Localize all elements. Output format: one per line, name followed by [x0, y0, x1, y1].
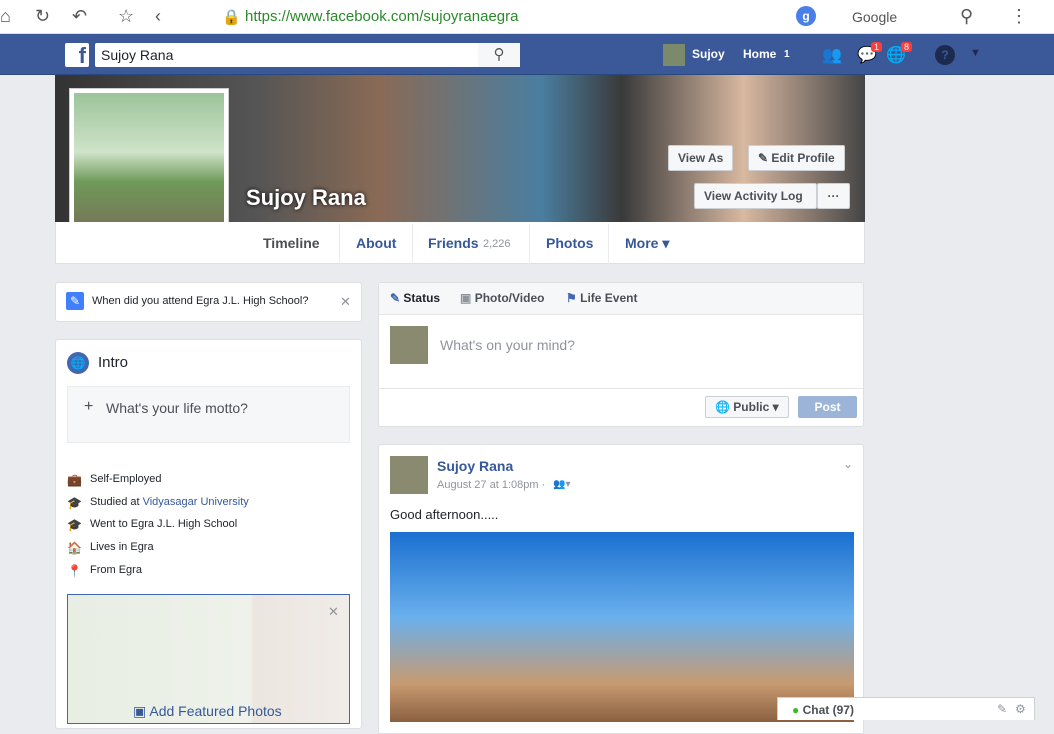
audience-icon[interactable]: 👥▾ [553, 479, 570, 490]
intro-item: Self-Employed [90, 473, 162, 485]
university-link[interactable]: Vidyasagar University [143, 496, 249, 508]
status-label: Status [403, 291, 441, 305]
undo-icon[interactable]: ↶ [72, 6, 87, 27]
address-bar[interactable]: https://www.facebook.com/sujoyranaegra [245, 8, 518, 25]
photo-label: Photo/Video [474, 291, 545, 305]
chevron-down-icon[interactable]: ⌄ [843, 457, 853, 471]
graduation-cap-icon: 🎓 [67, 518, 82, 532]
add-featured-label: Add Featured Photos [149, 703, 282, 719]
post-button[interactable]: Post [798, 396, 857, 418]
divider [529, 224, 530, 264]
google-icon[interactable]: g [796, 6, 816, 26]
privacy-selector[interactable]: 🌐 Public ▾ [705, 396, 789, 418]
intro-item: Lives in Egra [90, 541, 154, 553]
tab-more[interactable]: More ▾ [625, 235, 669, 252]
back-icon[interactable]: ‹ [155, 6, 161, 27]
divider [339, 224, 340, 264]
search-engine-label[interactable]: Google [852, 9, 897, 25]
intro-item: Went to Egra J.L. High School [90, 518, 238, 530]
close-icon[interactable]: ✕ [328, 604, 339, 620]
search-input[interactable]: Sujoy Rana [95, 43, 520, 67]
graduation-cap-icon: 🎓 [67, 496, 82, 510]
new-message-icon[interactable]: ✎ [997, 702, 1007, 716]
divider [412, 224, 413, 264]
activity-log-button[interactable]: View Activity Log [694, 183, 817, 209]
edit-profile-button[interactable]: ✎ Edit Profile [748, 145, 845, 171]
globe-icon: 🌐 [67, 352, 89, 374]
life-label: Life Event [580, 291, 638, 305]
home-count: 1 [784, 49, 790, 60]
friend-requests-icon[interactable]: 👥 [822, 45, 842, 65]
menu-icon[interactable]: ⋮ [1010, 6, 1028, 27]
more-options-button[interactable]: ··· [817, 183, 850, 209]
tab-about[interactable]: About [356, 235, 396, 251]
life-event-tab[interactable]: ⚑ Life Event [566, 291, 637, 305]
home-link[interactable]: Home [743, 47, 776, 61]
intro-title: Intro [98, 354, 129, 371]
view-as-button[interactable]: View As [668, 145, 734, 171]
gear-icon[interactable]: ⚙ [1015, 702, 1026, 716]
friends-count: 2,226 [483, 238, 511, 250]
plus-icon: + [84, 398, 94, 415]
home-icon[interactable]: ⌂ [0, 6, 11, 27]
intro-item-prefix: Studied at [90, 496, 143, 508]
facebook-logo-icon[interactable]: f [65, 43, 89, 68]
pencil-icon: ✎ [66, 292, 84, 310]
life-motto-prompt[interactable]: What's your life motto? [106, 400, 248, 416]
reload-icon[interactable]: ↻ [35, 6, 50, 27]
avatar[interactable] [663, 44, 685, 66]
avatar [390, 326, 428, 364]
edit-profile-label: Edit Profile [771, 151, 835, 165]
briefcase-icon: 💼 [67, 473, 82, 487]
search-button[interactable]: ⚲ [478, 43, 520, 67]
messages-badge: 1 [871, 42, 883, 52]
profile-link[interactable]: Sujoy [692, 47, 725, 61]
intro-item: Studied at Vidyasagar University [90, 496, 249, 508]
tab-friends[interactable]: Friends [428, 235, 479, 251]
post-text: Good afternoon..... [390, 507, 499, 522]
privacy-label: Public ▾ [733, 400, 779, 414]
search-icon[interactable]: ⚲ [960, 6, 973, 27]
avatar[interactable] [390, 456, 428, 494]
add-featured-photos-link[interactable]: ▣ Add Featured Photos [133, 703, 282, 720]
notifications-badge: 8 [901, 42, 913, 52]
chat-label[interactable]: ● Chat (97) [792, 703, 854, 717]
profile-name[interactable]: Sujoy Rana [246, 185, 366, 211]
home-icon: 🏠 [67, 541, 82, 555]
post-photo[interactable] [390, 532, 854, 722]
composer-input[interactable]: What's on your mind? [440, 337, 575, 353]
bookmark-star-icon[interactable]: ☆ [118, 6, 134, 27]
account-menu-icon[interactable]: ▼ [970, 47, 981, 59]
intro-item: From Egra [90, 564, 142, 576]
post-timestamp[interactable]: August 27 at 1:08pm · [437, 479, 545, 491]
tab-timeline[interactable]: Timeline [263, 235, 320, 251]
photo-video-tab[interactable]: ▣ Photo/Video [460, 291, 544, 305]
close-icon[interactable]: ✕ [340, 294, 351, 310]
divider [379, 388, 863, 389]
post-author[interactable]: Sujoy Rana [437, 458, 513, 474]
pin-icon: 📍 [67, 564, 82, 578]
chat-count: Chat (97) [802, 703, 854, 717]
prompt-text[interactable]: When did you attend Egra J.L. High Schoo… [92, 295, 308, 307]
help-icon[interactable]: ? [935, 45, 955, 65]
tab-photos[interactable]: Photos [546, 235, 593, 251]
lock-icon: 🔒 [222, 9, 241, 26]
divider [608, 224, 609, 264]
status-tab[interactable]: ✎ Status [390, 291, 440, 305]
